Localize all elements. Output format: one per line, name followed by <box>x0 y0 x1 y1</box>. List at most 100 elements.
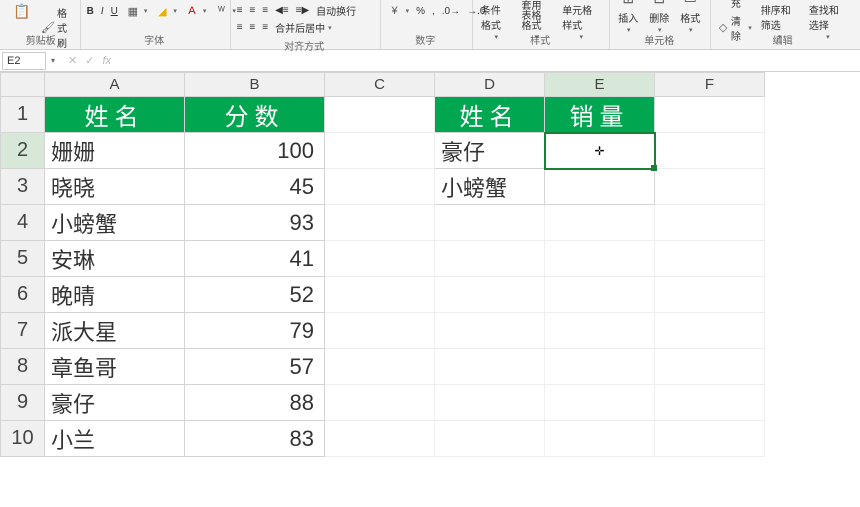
cell-C4[interactable] <box>325 205 435 241</box>
row-header-8[interactable]: 8 <box>1 349 45 385</box>
cell-D7[interactable] <box>435 313 545 349</box>
row-header-6[interactable]: 6 <box>1 277 45 313</box>
inc-decimal-button[interactable]: .0→ <box>440 5 462 18</box>
row-header-4[interactable]: 4 <box>1 205 45 241</box>
cell-B1[interactable]: 分数 <box>185 97 325 133</box>
comma-button[interactable]: , <box>430 5 437 18</box>
cell-D9[interactable] <box>435 385 545 421</box>
cell-A6[interactable]: 晚晴 <box>45 277 185 313</box>
align-middle-button[interactable]: ≡ <box>247 4 257 17</box>
cell-C9[interactable] <box>325 385 435 421</box>
fx-button[interactable]: fx <box>102 55 111 67</box>
row-header-9[interactable]: 9 <box>1 385 45 421</box>
copy-button[interactable]: ⧉复制 <box>39 0 74 3</box>
cell-D1[interactable]: 姓名 <box>435 97 545 133</box>
col-header-B[interactable]: B <box>185 73 325 97</box>
cell-B8[interactable]: 57 <box>185 349 325 385</box>
align-left-button[interactable]: ≡ <box>235 21 245 34</box>
cell-E4[interactable] <box>545 205 655 241</box>
col-header-E[interactable]: E <box>545 73 655 97</box>
bold-button[interactable]: B <box>85 5 96 18</box>
cell-C8[interactable] <box>325 349 435 385</box>
row-header-5[interactable]: 5 <box>1 241 45 277</box>
cell-B7[interactable]: 79 <box>185 313 325 349</box>
cell-E8[interactable] <box>545 349 655 385</box>
cell-C6[interactable] <box>325 277 435 313</box>
row-header-7[interactable]: 7 <box>1 313 45 349</box>
fill-color-button[interactable]: ◢ <box>152 2 179 20</box>
cell-F3[interactable] <box>655 169 765 205</box>
cell-A8[interactable]: 章鱼哥 <box>45 349 185 385</box>
cancel-formula-button[interactable]: ✕ <box>68 54 77 67</box>
cell-F6[interactable] <box>655 277 765 313</box>
align-bottom-button[interactable]: ≡ <box>260 4 270 17</box>
cell-F2[interactable] <box>655 133 765 169</box>
row-header-10[interactable]: 10 <box>1 421 45 457</box>
cell-D3[interactable]: 小螃蟹 <box>435 169 545 205</box>
cell-B2[interactable]: 100 <box>185 133 325 169</box>
cell-A3[interactable]: 晓晓 <box>45 169 185 205</box>
cell-C7[interactable] <box>325 313 435 349</box>
align-top-button[interactable]: ≡ <box>235 4 245 17</box>
cell-F5[interactable] <box>655 241 765 277</box>
align-center-button[interactable]: ≡ <box>247 21 257 34</box>
cell-C1[interactable] <box>325 97 435 133</box>
cell-A5[interactable]: 安琳 <box>45 241 185 277</box>
cell-A4[interactable]: 小螃蟹 <box>45 205 185 241</box>
col-header-A[interactable]: A <box>45 73 185 97</box>
cell-E7[interactable] <box>545 313 655 349</box>
cell-D5[interactable] <box>435 241 545 277</box>
cell-E5[interactable] <box>545 241 655 277</box>
paste-button[interactable]: 📋 <box>8 0 36 23</box>
cell-B4[interactable]: 93 <box>185 205 325 241</box>
name-box-dropdown[interactable]: ▾ <box>46 56 60 65</box>
fill-button[interactable]: ↓填充 <box>715 0 754 11</box>
wrap-text-button[interactable]: 自动换行 <box>314 2 358 19</box>
cell-D8[interactable] <box>435 349 545 385</box>
cell-B5[interactable]: 41 <box>185 241 325 277</box>
underline-button[interactable]: U <box>109 5 120 18</box>
cell-D2[interactable]: 豪仔 <box>435 133 545 169</box>
cell-A9[interactable]: 豪仔 <box>45 385 185 421</box>
cell-B3[interactable]: 45 <box>185 169 325 205</box>
cell-C2[interactable] <box>325 133 435 169</box>
cell-F9[interactable] <box>655 385 765 421</box>
currency-button[interactable]: ¥ <box>385 2 412 20</box>
select-all-corner[interactable] <box>1 73 45 97</box>
cell-D10[interactable] <box>435 421 545 457</box>
cell-E10[interactable] <box>545 421 655 457</box>
cell-A7[interactable]: 派大星 <box>45 313 185 349</box>
cell-A10[interactable]: 小兰 <box>45 421 185 457</box>
row-header-1[interactable]: 1 <box>1 97 45 133</box>
col-header-F[interactable]: F <box>655 73 765 97</box>
cell-D6[interactable] <box>435 277 545 313</box>
cell-C3[interactable] <box>325 169 435 205</box>
align-right-button[interactable]: ≡ <box>260 21 270 34</box>
row-header-2[interactable]: 2 <box>1 133 45 169</box>
cell-E1[interactable]: 销量 <box>545 97 655 133</box>
cell-E2[interactable]: ✛ <box>545 133 655 169</box>
cell-F7[interactable] <box>655 313 765 349</box>
col-header-C[interactable]: C <box>325 73 435 97</box>
cell-F4[interactable] <box>655 205 765 241</box>
cell-E3[interactable] <box>545 169 655 205</box>
cell-F10[interactable] <box>655 421 765 457</box>
indent-inc-button[interactable]: ≡▶ <box>294 4 312 17</box>
col-header-D[interactable]: D <box>435 73 545 97</box>
name-box[interactable]: E2 <box>2 52 46 70</box>
enter-formula-button[interactable]: ✓ <box>85 54 94 67</box>
indent-dec-button[interactable]: ◀≡ <box>273 4 291 17</box>
border-button[interactable]: ▦ <box>123 2 150 20</box>
cell-B10[interactable]: 83 <box>185 421 325 457</box>
row-header-3[interactable]: 3 <box>1 169 45 205</box>
cell-F1[interactable] <box>655 97 765 133</box>
cell-E9[interactable] <box>545 385 655 421</box>
cell-B9[interactable]: 88 <box>185 385 325 421</box>
cell-A2[interactable]: 姗姗 <box>45 133 185 169</box>
percent-button[interactable]: % <box>414 5 427 18</box>
font-color-button[interactable]: A <box>182 2 209 20</box>
merge-center-button[interactable]: 合并后居中 <box>273 19 334 36</box>
italic-button[interactable]: I <box>99 5 106 18</box>
cell-F8[interactable] <box>655 349 765 385</box>
cell-C10[interactable] <box>325 421 435 457</box>
